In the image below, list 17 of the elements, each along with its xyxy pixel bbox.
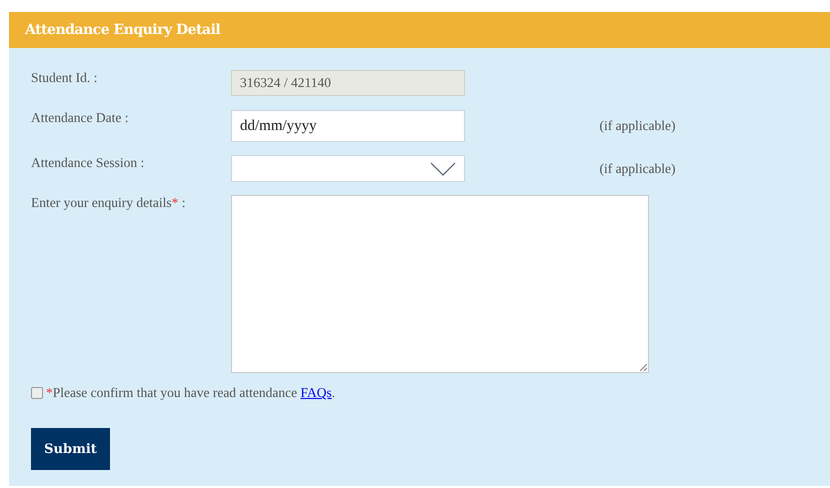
field-label: Student Id. : <box>31 70 98 86</box>
field-note: (if applicable) <box>598 118 677 134</box>
date-field[interactable]: dd/mm/yyyy <box>231 110 465 142</box>
panel-title: Attendance Enquiry Detail <box>25 22 220 38</box>
session-dropdown[interactable] <box>231 155 465 182</box>
submit-button[interactable]: Submit <box>31 428 110 470</box>
field-label: Attendance Date : <box>31 110 130 126</box>
confirm-text: *Please confirm that you have read attendance FAQs. <box>46 385 336 401</box>
student-id-field[interactable]: 316324 / 421140 <box>231 70 465 96</box>
confirm-checkbox[interactable] <box>31 387 43 399</box>
field-note: (if applicable) <box>598 160 677 176</box>
field-label: Attendance Session : <box>31 155 146 171</box>
field-label: Enter your enquiry details* : <box>31 195 186 211</box>
enquiry-textarea[interactable] <box>231 195 649 373</box>
chevron-down-icon <box>430 162 456 176</box>
faqs-link[interactable]: FAQs <box>300 385 332 400</box>
resize-handle-icon <box>640 364 647 371</box>
